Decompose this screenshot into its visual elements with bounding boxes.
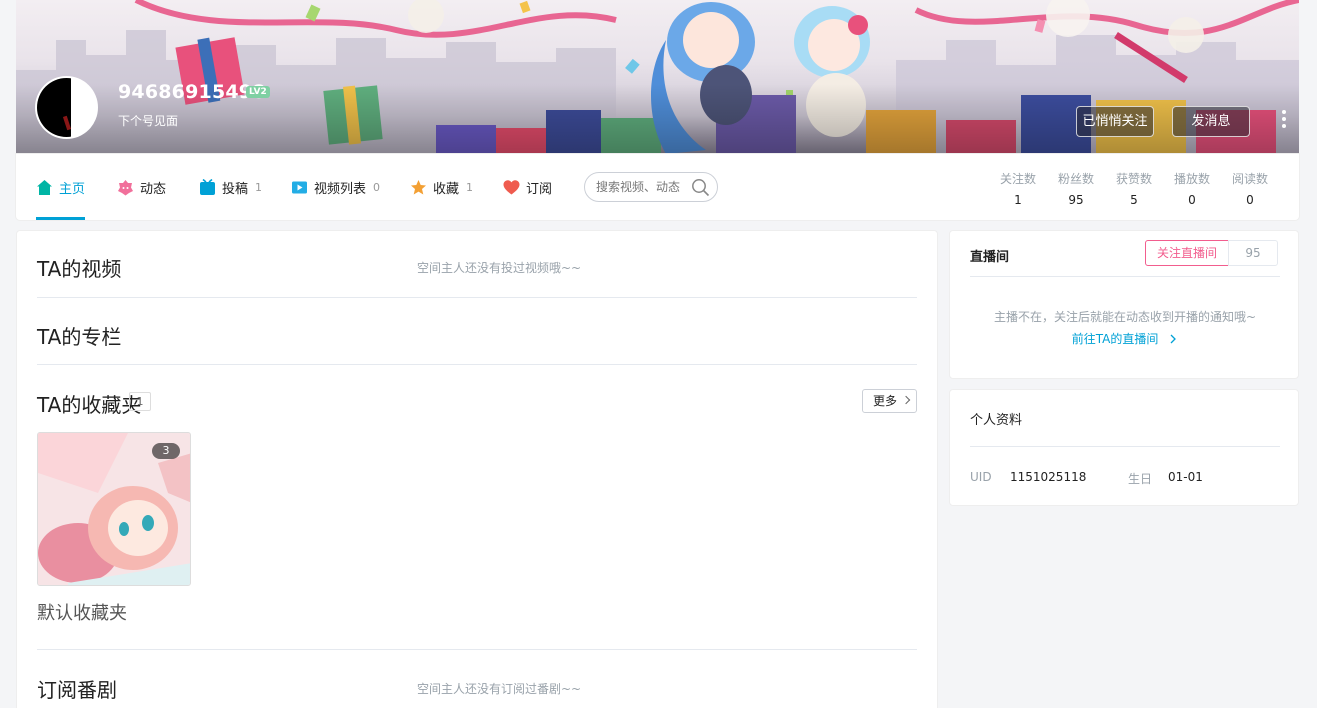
tab-favorites-count: 1 [466, 180, 474, 194]
stat-plays-value: 0 [1188, 193, 1196, 207]
stat-likes-value: 5 [1130, 193, 1138, 207]
uid-value: 1151025118 [1010, 470, 1087, 484]
divider [37, 649, 917, 650]
live-room-title: 直播间 [970, 250, 1010, 265]
profile-info-card: 个人资料 UID 1151025118 生日 01-01 [949, 389, 1299, 506]
stat-likes: 获赞数 5 [1104, 170, 1164, 207]
tab-favorites[interactable]: 收藏 1 [410, 154, 473, 220]
favorites-count-badge: 1 [129, 392, 151, 411]
heart-icon [503, 179, 520, 194]
go-to-live-label: 前往TA的直播间 [1071, 332, 1159, 346]
tab-playlists[interactable]: 视频列表 0 [291, 154, 380, 220]
stat-reads-label: 阅读数 [1231, 172, 1268, 186]
tab-home[interactable]: 主页 [36, 154, 86, 220]
playlist-icon [292, 181, 307, 193]
favorites-section-title[interactable]: TA的收藏夹 [37, 389, 917, 418]
tab-home-label: 主页 [59, 181, 86, 197]
videos-empty-text: 空间主人还没有投过视频哦~~ [417, 261, 582, 275]
stat-fans-value: 95 [1068, 193, 1084, 207]
profile-info-title: 个人资料 [970, 413, 1023, 428]
stat-plays-label: 播放数 [1173, 172, 1210, 186]
tab-submissions[interactable]: 投稿 1 [199, 154, 262, 220]
username: 94686915498 [118, 81, 266, 103]
tab-dynamic[interactable]: 动态 [117, 154, 166, 220]
search-input[interactable]: 搜索视频、动态 [584, 172, 718, 202]
profile-banner: 94686915498 LV2 下个号见面 已悄悄关注 发消息 [16, 0, 1299, 154]
birthday-label: 生日 [1128, 472, 1153, 486]
tab-submissions-count: 1 [255, 180, 263, 194]
column-section-title[interactable]: TA的专栏 [37, 321, 917, 350]
tab-favorites-label: 收藏 [433, 181, 460, 197]
favorite-folder-name[interactable]: 默认收藏夹 [37, 599, 127, 625]
tab-subscriptions-label: 订阅 [526, 181, 553, 197]
profile-nav: 主页 动态 投稿 1 视频列表 0 收藏 1 订阅 搜索视频、动态 关注数 1 … [16, 154, 1299, 220]
stat-following[interactable]: 关注数 1 [988, 170, 1048, 207]
search-placeholder: 搜索视频、动态 [596, 180, 681, 194]
favorites-more-button[interactable]: 更多 [862, 389, 917, 413]
tab-playlists-label: 视频列表 [314, 181, 367, 197]
more-options-icon[interactable] [1278, 110, 1290, 132]
favorite-folder-cover[interactable]: 3 [37, 432, 191, 586]
birthday-value: 01-01 [1168, 470, 1203, 484]
stat-likes-label: 获赞数 [1115, 172, 1152, 186]
home-icon [37, 179, 52, 195]
chevron-right-icon [1170, 334, 1177, 344]
follow-button[interactable]: 已悄悄关注 [1076, 106, 1154, 137]
star-icon [411, 179, 426, 194]
search-icon[interactable] [691, 178, 710, 197]
stat-following-value: 1 [1014, 193, 1022, 207]
level-badge: LV2 [246, 86, 270, 98]
divider [970, 276, 1280, 277]
stat-fans-label: 粉丝数 [1057, 172, 1094, 186]
more-label: 更多 [873, 394, 898, 408]
message-button[interactable]: 发消息 [1172, 106, 1250, 137]
folder-item-count: 3 [152, 443, 180, 459]
stat-reads: 阅读数 0 [1220, 170, 1280, 207]
avatar[interactable] [35, 76, 98, 139]
uid-label: UID [970, 470, 992, 484]
stat-following-label: 关注数 [999, 172, 1036, 186]
divider [37, 364, 917, 365]
tab-dynamic-label: 动态 [140, 181, 167, 197]
chevron-right-icon [901, 395, 911, 405]
bangumi-empty-text: 空间主人还没有订阅过番剧~~ [417, 682, 582, 696]
tab-subscriptions[interactable]: 订阅 [503, 154, 552, 220]
live-fans-count: 95 [1228, 240, 1278, 266]
live-room-card: 直播间 关注直播间 95 主播不在，关注后就能在动态收到开播的通知哦~ 前往TA… [949, 230, 1299, 379]
follow-live-button[interactable]: 关注直播间 [1145, 240, 1229, 266]
tab-submissions-label: 投稿 [222, 181, 249, 197]
stat-fans[interactable]: 粉丝数 95 [1046, 170, 1106, 207]
divider [970, 446, 1280, 447]
tv-icon [200, 178, 215, 195]
dynamic-icon [118, 179, 133, 195]
stat-plays: 播放数 0 [1162, 170, 1222, 207]
divider [37, 297, 917, 298]
live-offline-tip: 主播不在，关注后就能在动态收到开播的通知哦~ [993, 310, 1257, 324]
main-content: TA的视频 空间主人还没有投过视频哦~~ TA的专栏 TA的收藏夹 1 更多 3… [16, 230, 938, 708]
user-signature: 下个号见面 [118, 114, 179, 128]
go-to-live-link[interactable]: 前往TA的直播间 [950, 330, 1300, 347]
stat-reads-value: 0 [1246, 193, 1254, 207]
tab-playlists-count: 0 [373, 180, 381, 194]
